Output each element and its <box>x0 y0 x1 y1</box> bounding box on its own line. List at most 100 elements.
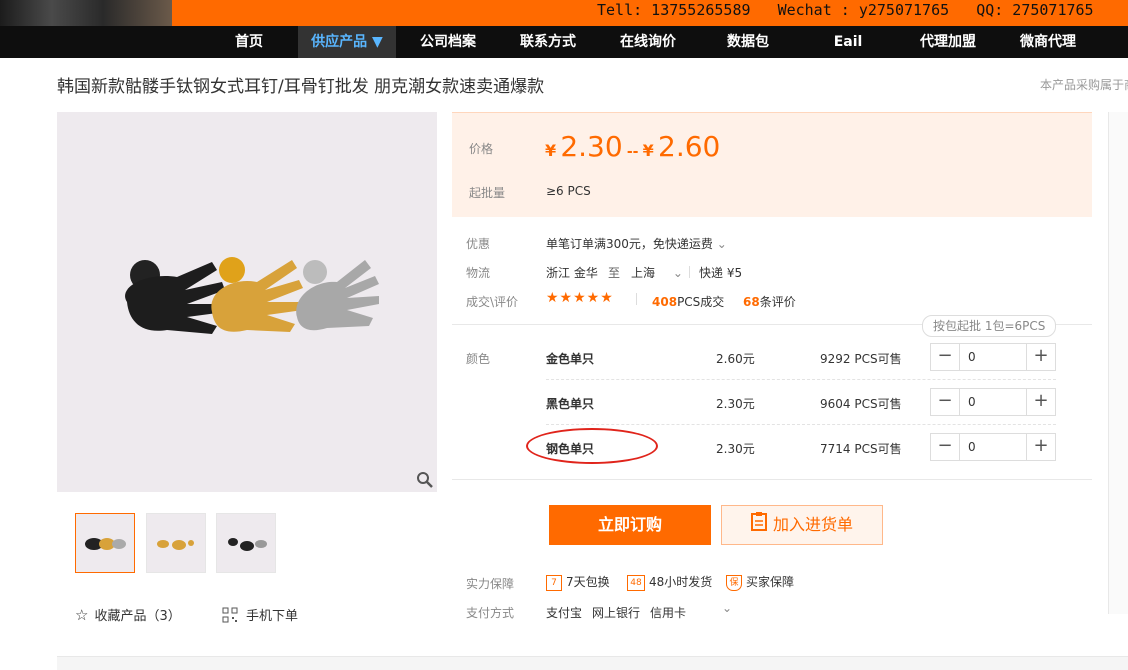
rating-stars: ★★★★★ <box>546 290 614 306</box>
nav-company[interactable]: 公司档案 <box>410 26 486 58</box>
plus-button[interactable]: + <box>1027 434 1055 460</box>
moq-label: 起批量 <box>469 186 506 200</box>
plus-button[interactable]: + <box>1027 389 1055 415</box>
currency-symbol: ¥ <box>642 141 654 160</box>
nav-products[interactable]: 供应产品 ▼ <box>298 26 396 58</box>
buy-now-button[interactable]: 立即订购 <box>549 505 711 545</box>
review-number: 68 <box>743 295 760 309</box>
minus-button[interactable]: − <box>931 434 959 460</box>
thumbnail-3[interactable] <box>216 513 276 573</box>
favorite-product[interactable]: ☆ 收藏产品（3） <box>75 605 181 624</box>
deals-count[interactable]: 408PCS成交 <box>652 293 724 310</box>
shipping-to-word: 至 <box>608 266 621 280</box>
annotation-circle <box>526 428 658 464</box>
nav-contact[interactable]: 联系方式 <box>510 26 586 58</box>
review-unit: 条评价 <box>759 295 796 309</box>
sku-price: 2.30元 <box>716 442 755 456</box>
nav-datapack[interactable]: 数据包 <box>716 26 780 58</box>
right-panel <box>1108 112 1128 614</box>
price-label: 价格 <box>469 142 494 156</box>
quantity-input[interactable]: 0 <box>959 344 1027 370</box>
nav-home[interactable]: 首页 <box>218 26 280 58</box>
price-high: 2.60 <box>658 130 721 163</box>
main-product-image[interactable] <box>57 112 437 492</box>
shipping-destination[interactable]: 上海 ⌄ <box>631 264 683 281</box>
nav-email[interactable]: Eail <box>820 26 876 58</box>
section-divider <box>452 479 1092 480</box>
currency-symbol: ¥ <box>545 141 557 160</box>
quantity-stepper: − 0 + <box>930 433 1056 461</box>
chevron-down-icon[interactable]: ⌄ <box>722 601 732 615</box>
guarantee-text: 7天包换 <box>566 575 610 589</box>
quantity-input[interactable]: 0 <box>959 434 1027 460</box>
zoom-icon[interactable] <box>416 471 436 491</box>
mobile-order-label: 手机下单 <box>246 609 299 624</box>
promo-value[interactable]: 单笔订单满300元，免快递运费 ⌄ <box>546 235 727 252</box>
star-outline-icon: ☆ <box>75 606 89 624</box>
deals-number: 408 <box>652 295 678 309</box>
nav-inquiry[interactable]: 在线询价 <box>610 26 686 58</box>
guarantee-item[interactable]: 48 48小时发货 <box>627 573 712 591</box>
plus-button[interactable]: + <box>1027 344 1055 370</box>
price-low: 2.30 <box>560 130 623 163</box>
moq-value: ≥6 PCS <box>546 184 591 198</box>
earring-photo <box>57 112 437 492</box>
sku-price: 2.60元 <box>716 352 755 366</box>
price-sep: -- <box>626 144 639 160</box>
payment-bank: 网上银行 <box>592 606 641 620</box>
sku-stock: 9292 PCS可售 <box>820 352 902 366</box>
minus-button[interactable]: − <box>931 389 959 415</box>
chevron-down-icon: ⌄ <box>672 266 683 280</box>
promo-text: 单笔订单满300元，免快递运费 <box>546 237 713 251</box>
qq-text: QQ: 275071765 <box>976 1 1094 19</box>
row-divider <box>546 379 1056 380</box>
fast-ship-icon: 48 <box>627 574 645 591</box>
footer-bar <box>57 656 1128 670</box>
deals-unit: PCS成交 <box>677 295 725 309</box>
sku-price: 2.30元 <box>716 397 755 411</box>
seven-day-icon: 7 <box>546 574 562 591</box>
divider <box>689 266 690 278</box>
payment-label: 支付方式 <box>466 606 515 620</box>
clipboard-icon <box>750 507 767 545</box>
favorite-label: 收藏产品（3） <box>94 609 181 624</box>
review-count[interactable]: 68条评价 <box>743 293 796 310</box>
procurement-note: 本产品采购属于商 <box>1040 78 1128 92</box>
banner-photo <box>0 0 172 26</box>
shipping-from: 浙江 金华 <box>546 266 598 280</box>
color-label: 颜色 <box>466 352 491 366</box>
mobile-order[interactable]: 手机下单 <box>222 605 298 627</box>
tel-text: Tell: 13755265589 <box>597 1 751 19</box>
buyer-protection-icon: 保 <box>726 574 742 591</box>
pack-badge: 按包起批 1包=6PCS <box>922 315 1057 337</box>
add-to-cart-label: 加入进货单 <box>772 515 853 534</box>
sku-stock: 9604 PCS可售 <box>820 397 902 411</box>
thumbnail-1[interactable] <box>75 513 135 573</box>
quantity-input[interactable]: 0 <box>959 389 1027 415</box>
guarantee-item[interactable]: 保买家保障 <box>726 573 794 591</box>
wechat-text: Wechat : y275071765 <box>777 1 950 19</box>
chevron-down-icon: ⌄ <box>716 237 727 251</box>
product-title: 韩国新款骷髅手钛钢女式耳钉/耳骨钉批发 朋克潮女款速卖通爆款 <box>57 77 545 97</box>
promo-label: 优惠 <box>466 237 491 251</box>
quantity-stepper: − 0 + <box>930 343 1056 371</box>
payment-alipay: 支付宝 <box>546 606 583 620</box>
guarantee-label: 实力保障 <box>466 577 515 591</box>
guarantee-item[interactable]: 7 7天包换 <box>546 573 610 591</box>
nav-wechat-agent[interactable]: 微商代理 <box>1010 26 1086 58</box>
destination-city: 上海 <box>631 266 656 280</box>
price-panel <box>452 112 1092 217</box>
guarantee-text: 48小时发货 <box>649 575 713 589</box>
guarantee-text: 买家保障 <box>746 575 795 589</box>
sku-name: 金色单只 <box>546 352 595 366</box>
shipping-label: 物流 <box>466 266 491 280</box>
divider <box>636 293 637 305</box>
deals-label: 成交\评价 <box>466 295 519 309</box>
nav-agent[interactable]: 代理加盟 <box>910 26 986 58</box>
sku-stock: 7714 PCS可售 <box>820 442 902 456</box>
qr-code-icon <box>222 607 238 627</box>
minus-button[interactable]: − <box>931 344 959 370</box>
add-to-cart-button[interactable]: 加入进货单 <box>721 505 883 545</box>
payment-credit: 信用卡 <box>650 606 687 620</box>
thumbnail-2[interactable] <box>146 513 206 573</box>
